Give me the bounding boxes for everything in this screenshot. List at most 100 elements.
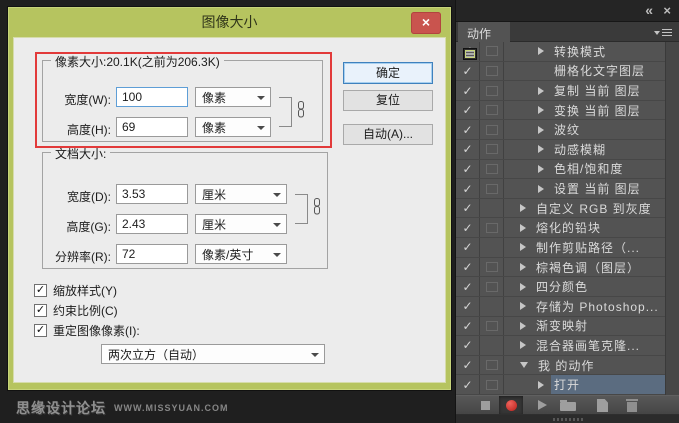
- action-name-cell[interactable]: 我 的动作: [504, 356, 679, 375]
- item-toggle-cell[interactable]: ✓: [456, 257, 480, 277]
- dialog-toggle-cell[interactable]: [464, 49, 504, 316]
- tab-actions[interactable]: 动作: [458, 22, 510, 42]
- item-toggle-cell[interactable]: ✓: [456, 296, 480, 316]
- dialog-toggle-cell[interactable]: [480, 218, 504, 238]
- action-row[interactable]: ✓ 混合器画笔克隆...: [456, 49, 679, 356]
- dialog-toggle-cell[interactable]: [480, 120, 504, 140]
- panel-menu-icon[interactable]: [654, 29, 672, 36]
- close-icon[interactable]: ×: [411, 12, 441, 34]
- doc-height-input[interactable]: [116, 214, 188, 234]
- item-toggle-cell[interactable]: ✓: [456, 238, 480, 257]
- dialog-toggle-cell[interactable]: [480, 81, 504, 100]
- dialog-toggle-cell[interactable]: [480, 355, 504, 375]
- stop-icon[interactable]: [481, 401, 490, 410]
- action-name-cell[interactable]: 熔化的铅块: [504, 218, 679, 237]
- item-toggle-cell[interactable]: ✓: [456, 120, 480, 140]
- action-name-cell[interactable]: 变换 当前 图层: [504, 101, 679, 120]
- dialog-toggle-cell[interactable]: [464, 49, 504, 257]
- action-name-cell[interactable]: 打开: [504, 375, 679, 394]
- dialog-toggle-cell[interactable]: [464, 49, 504, 355]
- item-toggle-cell[interactable]: ✓: [456, 100, 480, 120]
- action-name-cell[interactable]: 动感模糊: [504, 140, 679, 159]
- action-row[interactable]: ✓ 栅格化文字图层: [456, 61, 679, 82]
- action-name-cell[interactable]: 渐变映射: [504, 317, 679, 336]
- action-row[interactable]: ✓ 波纹: [456, 120, 679, 141]
- action-name-cell[interactable]: 存储为 Photoshop...: [504, 297, 679, 316]
- item-toggle-cell[interactable]: ✓: [456, 355, 480, 375]
- action-row[interactable]: ✓ 制作剪贴路径（...: [456, 49, 679, 258]
- item-toggle-cell[interactable]: ✓: [456, 198, 480, 218]
- action-row[interactable]: ✓ 自定义 RGB 到灰度: [456, 49, 679, 219]
- item-toggle-cell[interactable]: ✓: [456, 159, 480, 179]
- action-name-cell[interactable]: 复制 当前 图层: [504, 81, 679, 100]
- dialog-toggle-cell[interactable]: [480, 61, 504, 81]
- doc-height-unit-select[interactable]: 厘米: [195, 214, 287, 234]
- action-row[interactable]: ✓ 四分颜色: [456, 277, 679, 297]
- new-action-icon[interactable]: [597, 399, 608, 412]
- resize-grip[interactable]: [553, 418, 585, 421]
- action-row[interactable]: ✓ 复制 当前 图层: [456, 81, 679, 101]
- delete-trash-icon[interactable]: [626, 399, 638, 412]
- new-set-folder-icon[interactable]: [560, 400, 576, 411]
- dialog-toggle-cell[interactable]: [480, 179, 504, 198]
- dialog-toggle-cell[interactable]: [480, 257, 504, 277]
- panel-scrollbar[interactable]: [665, 42, 679, 395]
- action-name-cell[interactable]: 栅格化文字图层: [504, 62, 679, 81]
- action-name-cell[interactable]: 转换模式: [504, 42, 679, 61]
- action-row[interactable]: ✓ 设置 当前 图层: [456, 179, 679, 199]
- action-row[interactable]: ✓ 色相/饱和度: [456, 159, 679, 180]
- dialog-toggle-cell[interactable]: [480, 277, 504, 296]
- item-toggle-cell[interactable]: ✓: [456, 61, 480, 81]
- item-toggle-cell[interactable]: ✓: [456, 218, 480, 238]
- item-toggle-cell[interactable]: ✓: [456, 316, 480, 336]
- action-name-cell[interactable]: 自定义 RGB 到灰度: [504, 199, 679, 218]
- dialog-titlebar[interactable]: 图像大小: [8, 7, 451, 37]
- action-row[interactable]: ✓ 我 的动作: [456, 355, 679, 376]
- item-toggle-cell[interactable]: ✓: [456, 140, 480, 159]
- action-name-cell[interactable]: 色相/饱和度: [504, 160, 679, 179]
- action-name-cell[interactable]: 设置 当前 图层: [504, 179, 679, 198]
- panel-close-icon[interactable]: ×: [663, 3, 671, 18]
- action-name-cell[interactable]: 制作剪贴路径（...: [504, 238, 679, 257]
- action-row[interactable]: ✓ 变换 当前 图层: [456, 100, 679, 121]
- resample-method-select[interactable]: 两次立方（自动）: [101, 344, 325, 364]
- item-toggle-cell[interactable]: ✓: [456, 81, 480, 100]
- action-name-cell[interactable]: 波纹: [504, 120, 679, 139]
- pixel-width-input[interactable]: [116, 87, 188, 107]
- action-name-cell[interactable]: 四分颜色: [504, 277, 679, 296]
- doc-width-input[interactable]: [116, 184, 188, 204]
- item-toggle-cell[interactable]: ✓: [456, 336, 480, 355]
- item-toggle-cell[interactable]: ✓: [456, 277, 480, 296]
- record-button-active[interactable]: [499, 396, 523, 414]
- pixel-height-unit-select[interactable]: 像素: [195, 117, 271, 137]
- action-row[interactable]: ✓ 存储为 Photoshop...: [456, 49, 679, 317]
- action-row[interactable]: ✓ 转换模式: [456, 42, 679, 62]
- ok-button[interactable]: 确定: [343, 62, 433, 84]
- collapse-panel-icon[interactable]: «: [645, 2, 653, 18]
- action-name-cell[interactable]: 棕褐色调（图层）: [504, 258, 679, 277]
- checkbox-checked-icon[interactable]: ✓: [34, 283, 47, 297]
- pixel-height-input[interactable]: [116, 117, 188, 137]
- checkbox-checked-icon[interactable]: ✓: [34, 303, 47, 317]
- pixel-width-unit-select[interactable]: 像素: [195, 87, 271, 107]
- item-toggle-cell[interactable]: ✓: [456, 179, 480, 198]
- action-name-cell[interactable]: 混合器画笔克隆...: [504, 336, 679, 355]
- resolution-input[interactable]: [116, 244, 188, 264]
- auto-button[interactable]: 自动(A)...: [343, 124, 433, 145]
- dialog-toggle-cell[interactable]: [464, 49, 504, 218]
- dialog-toggle-cell[interactable]: [480, 42, 504, 61]
- dialog-toggle-cell[interactable]: [480, 316, 504, 336]
- action-row[interactable]: ✓ 棕褐色调（图层）: [456, 257, 679, 278]
- play-icon[interactable]: [538, 400, 547, 410]
- resolution-unit-select[interactable]: 像素/英寸: [195, 244, 287, 264]
- action-row[interactable]: ✓ 熔化的铅块: [456, 218, 679, 239]
- dialog-toggle-cell[interactable]: [480, 100, 504, 120]
- action-row[interactable]: ✓ 渐变映射: [456, 316, 679, 337]
- checkbox-checked-icon[interactable]: ✓: [34, 323, 47, 337]
- action-row[interactable]: ✓ 打开: [456, 375, 679, 395]
- dialog-toggle-cell[interactable]: [480, 140, 504, 159]
- doc-width-unit-select[interactable]: 厘米: [195, 184, 287, 204]
- dialog-toggle-cell[interactable]: [480, 375, 504, 394]
- reset-button[interactable]: 复位: [343, 90, 433, 111]
- action-row[interactable]: ✓ 动感模糊: [456, 140, 679, 160]
